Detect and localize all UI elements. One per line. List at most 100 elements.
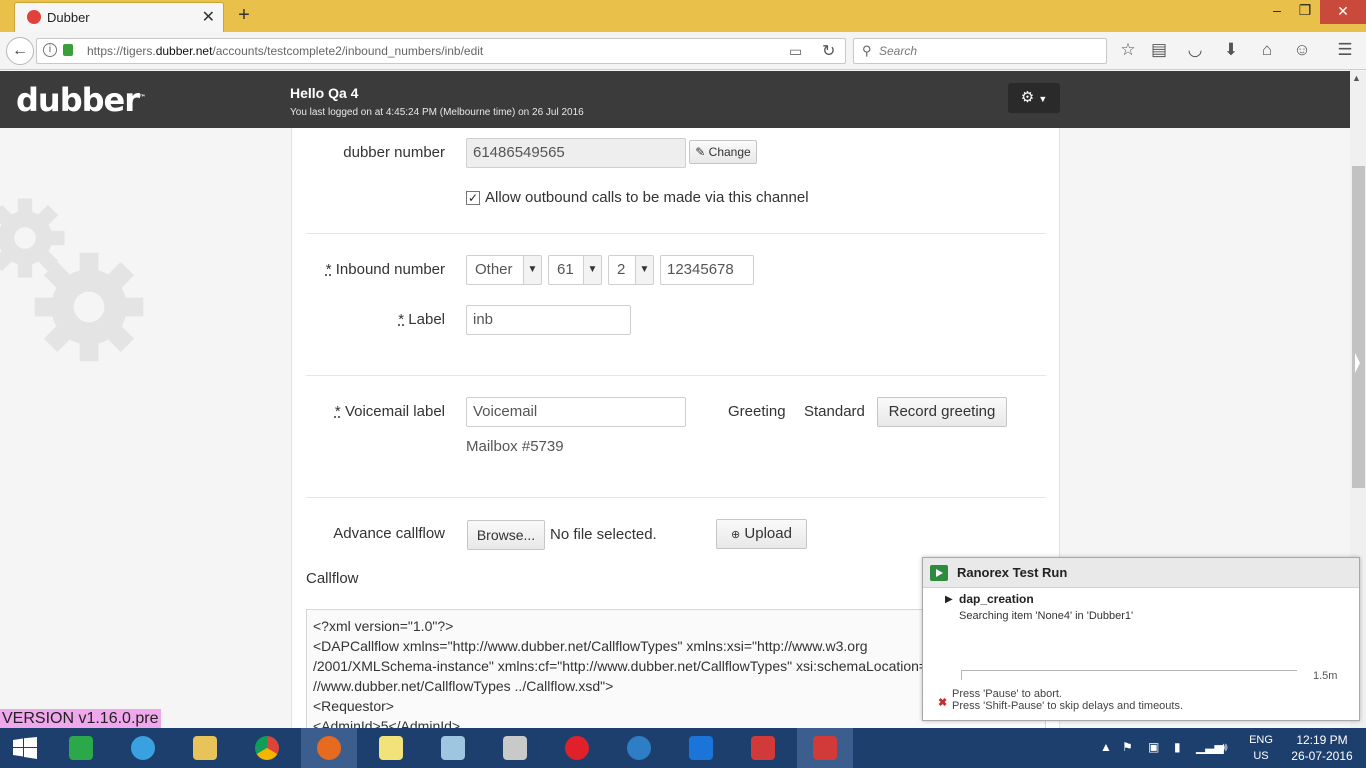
back-icon[interactable]: ← [6,37,34,65]
version-badge: VERSION v1.16.0.pre [0,709,161,729]
greeting-value: Standard [804,403,865,420]
search-bar[interactable]: ⚲ Search [853,38,1107,64]
advance-callflow-label: Advance callflow [333,525,445,542]
flag-icon[interactable]: ⚑ [1122,740,1133,754]
dubber-favicon-icon [27,10,41,24]
inbound-digits-field[interactable]: 12345678 [660,255,754,285]
search-input[interactable]: Search [879,44,917,58]
home-icon[interactable]: ⌂ [1256,40,1278,60]
abort-instructions: Press 'Pause' to abort. Press 'Shift-Pau… [952,688,1184,712]
reader-view-icon[interactable]: ▭ [789,43,802,60]
tray-app-icon[interactable]: ▣ [1148,740,1159,754]
divider [306,497,1046,498]
chrome-taskbar-icon[interactable] [239,728,295,768]
browser-navbar: ← i https://tigers.dubber.net/accounts/t… [0,32,1366,70]
change-button[interactable]: ✎ Change [689,140,757,164]
greeting: Hello Qa 4 [290,85,359,101]
url-text[interactable]: https://tigers.dubber.net/accounts/testc… [87,44,483,58]
settings-button[interactable]: ⚙ ▼ [1008,83,1060,113]
chevron-down-icon: ▼ [523,256,541,284]
notepad-taskbar-icon[interactable] [425,728,481,768]
page-header: dubber™ Hello Qa 4 You last logged on at… [0,71,1350,128]
last-logged-text: You last logged on at 4:45:24 PM (Melbou… [290,107,584,118]
progress-line [961,670,1297,671]
pencil-icon: ✎ [695,145,706,159]
voicemail-label-label: * Voicemail label [334,403,445,420]
testcomplete-taskbar-icon[interactable] [611,728,667,768]
file-explorer-taskbar-icon[interactable] [177,728,233,768]
lock-icon [63,44,73,56]
browser-titlebar: Dubber ✕ + ‒ ❐ ✕ [0,0,1366,32]
tab-close-icon[interactable]: ✕ [202,7,215,27]
ranorex-test-run-window: Ranorex Test Run ▶ dap_creation Searchin… [922,557,1360,721]
label-field[interactable]: inb [466,305,631,335]
label-label: * Label [398,311,445,328]
window-close-icon[interactable]: ✕ [1320,0,1366,24]
start-button[interactable] [0,728,56,768]
divider [306,233,1046,234]
teamviewer-taskbar-icon[interactable] [673,728,729,768]
dubber-number-label: dubber number [343,144,445,161]
mouse-cursor [1355,353,1360,373]
gear-decoration-icon [34,252,144,362]
reading-list-icon[interactable]: ▤ [1148,40,1170,60]
language-indicator[interactable]: ENG US [1246,732,1276,764]
internet-explorer-taskbar-icon[interactable] [115,728,171,768]
browse-button[interactable]: Browse... [467,520,545,550]
restore-icon[interactable]: ❐ [1290,2,1320,19]
mailbox-text: Mailbox #5739 [466,438,564,455]
no-file-text: No file selected. [550,526,657,543]
system-clock[interactable]: 12:19 PM 26-07-2016 [1290,732,1354,764]
hello-icon[interactable]: ☺ [1291,40,1313,60]
country-code-select[interactable]: 61 ▼ [548,255,602,285]
site-info-icon[interactable]: i [43,43,57,57]
tray-expand-icon[interactable]: ▲ [1100,740,1112,754]
reload-icon[interactable]: ↻ [822,41,835,61]
ranorex-runner-taskbar-icon[interactable] [797,728,853,768]
store-taskbar-icon[interactable] [53,728,109,768]
ranorex-header: Ranorex Test Run [923,558,1359,588]
battery-icon[interactable]: ▮ [1174,740,1181,754]
sticky-notes-taskbar-icon[interactable] [363,728,419,768]
record-greeting-button[interactable]: Record greeting [877,397,1007,427]
new-tab-icon[interactable]: + [234,4,254,27]
pocket-icon[interactable]: ◡ [1184,40,1206,60]
opera-taskbar-icon[interactable] [549,728,605,768]
expand-triangle-icon[interactable]: ▶ [945,594,953,605]
volume-icon[interactable]: 🔊︎ [1220,740,1228,755]
scroll-up-icon[interactable]: ▲ [1352,73,1361,83]
menu-icon[interactable]: ☰ [1334,40,1356,60]
area-code-select[interactable]: 2 ▼ [608,255,654,285]
gear-icon: ⚙ [1020,89,1035,106]
callflow-label: Callflow [306,570,359,587]
divider [306,375,1046,376]
bookmark-star-icon[interactable]: ☆ [1117,40,1139,60]
browser-tab[interactable]: Dubber ✕ [14,2,224,32]
caret-down-icon: ▼ [1038,94,1048,104]
tab-title: Dubber [47,10,90,25]
inbound-number-label: * Inbound number [325,261,445,278]
upload-button[interactable]: ⊕ Upload [716,519,807,549]
minimize-icon[interactable]: ‒ [1262,2,1292,18]
download-icon[interactable]: ⬇ [1220,40,1242,60]
inbound-type-select[interactable]: Other ▼ [466,255,542,285]
scrollbar-thumb[interactable] [1352,166,1365,488]
allow-outbound-label: Allow outbound calls to be made via this… [485,189,809,206]
test-status: Searching item 'None4' in 'Dubber1' [959,610,1134,622]
ranorex-studio-taskbar-icon[interactable] [735,728,791,768]
dubber-number-field: 61486549565 [466,138,686,168]
windows-logo-icon [13,737,37,759]
url-bar[interactable]: i https://tigers.dubber.net/accounts/tes… [36,38,846,64]
chevron-down-icon: ▼ [635,256,653,284]
upload-icon: ⊕ [731,529,741,541]
search-icon: ⚲ [862,43,872,58]
voicemail-label-field[interactable]: Voicemail [466,397,686,427]
chevron-down-icon: ▼ [583,256,601,284]
firefox-taskbar-icon[interactable] [301,728,357,768]
allow-outbound-checkbox[interactable]: ✓ [466,191,480,205]
calculator-taskbar-icon[interactable] [487,728,543,768]
progress-tick [961,670,962,680]
ranorex-play-icon [930,565,948,581]
abort-x-icon: ✖ [938,697,948,709]
dubber-logo[interactable]: dubber™ [16,81,146,119]
